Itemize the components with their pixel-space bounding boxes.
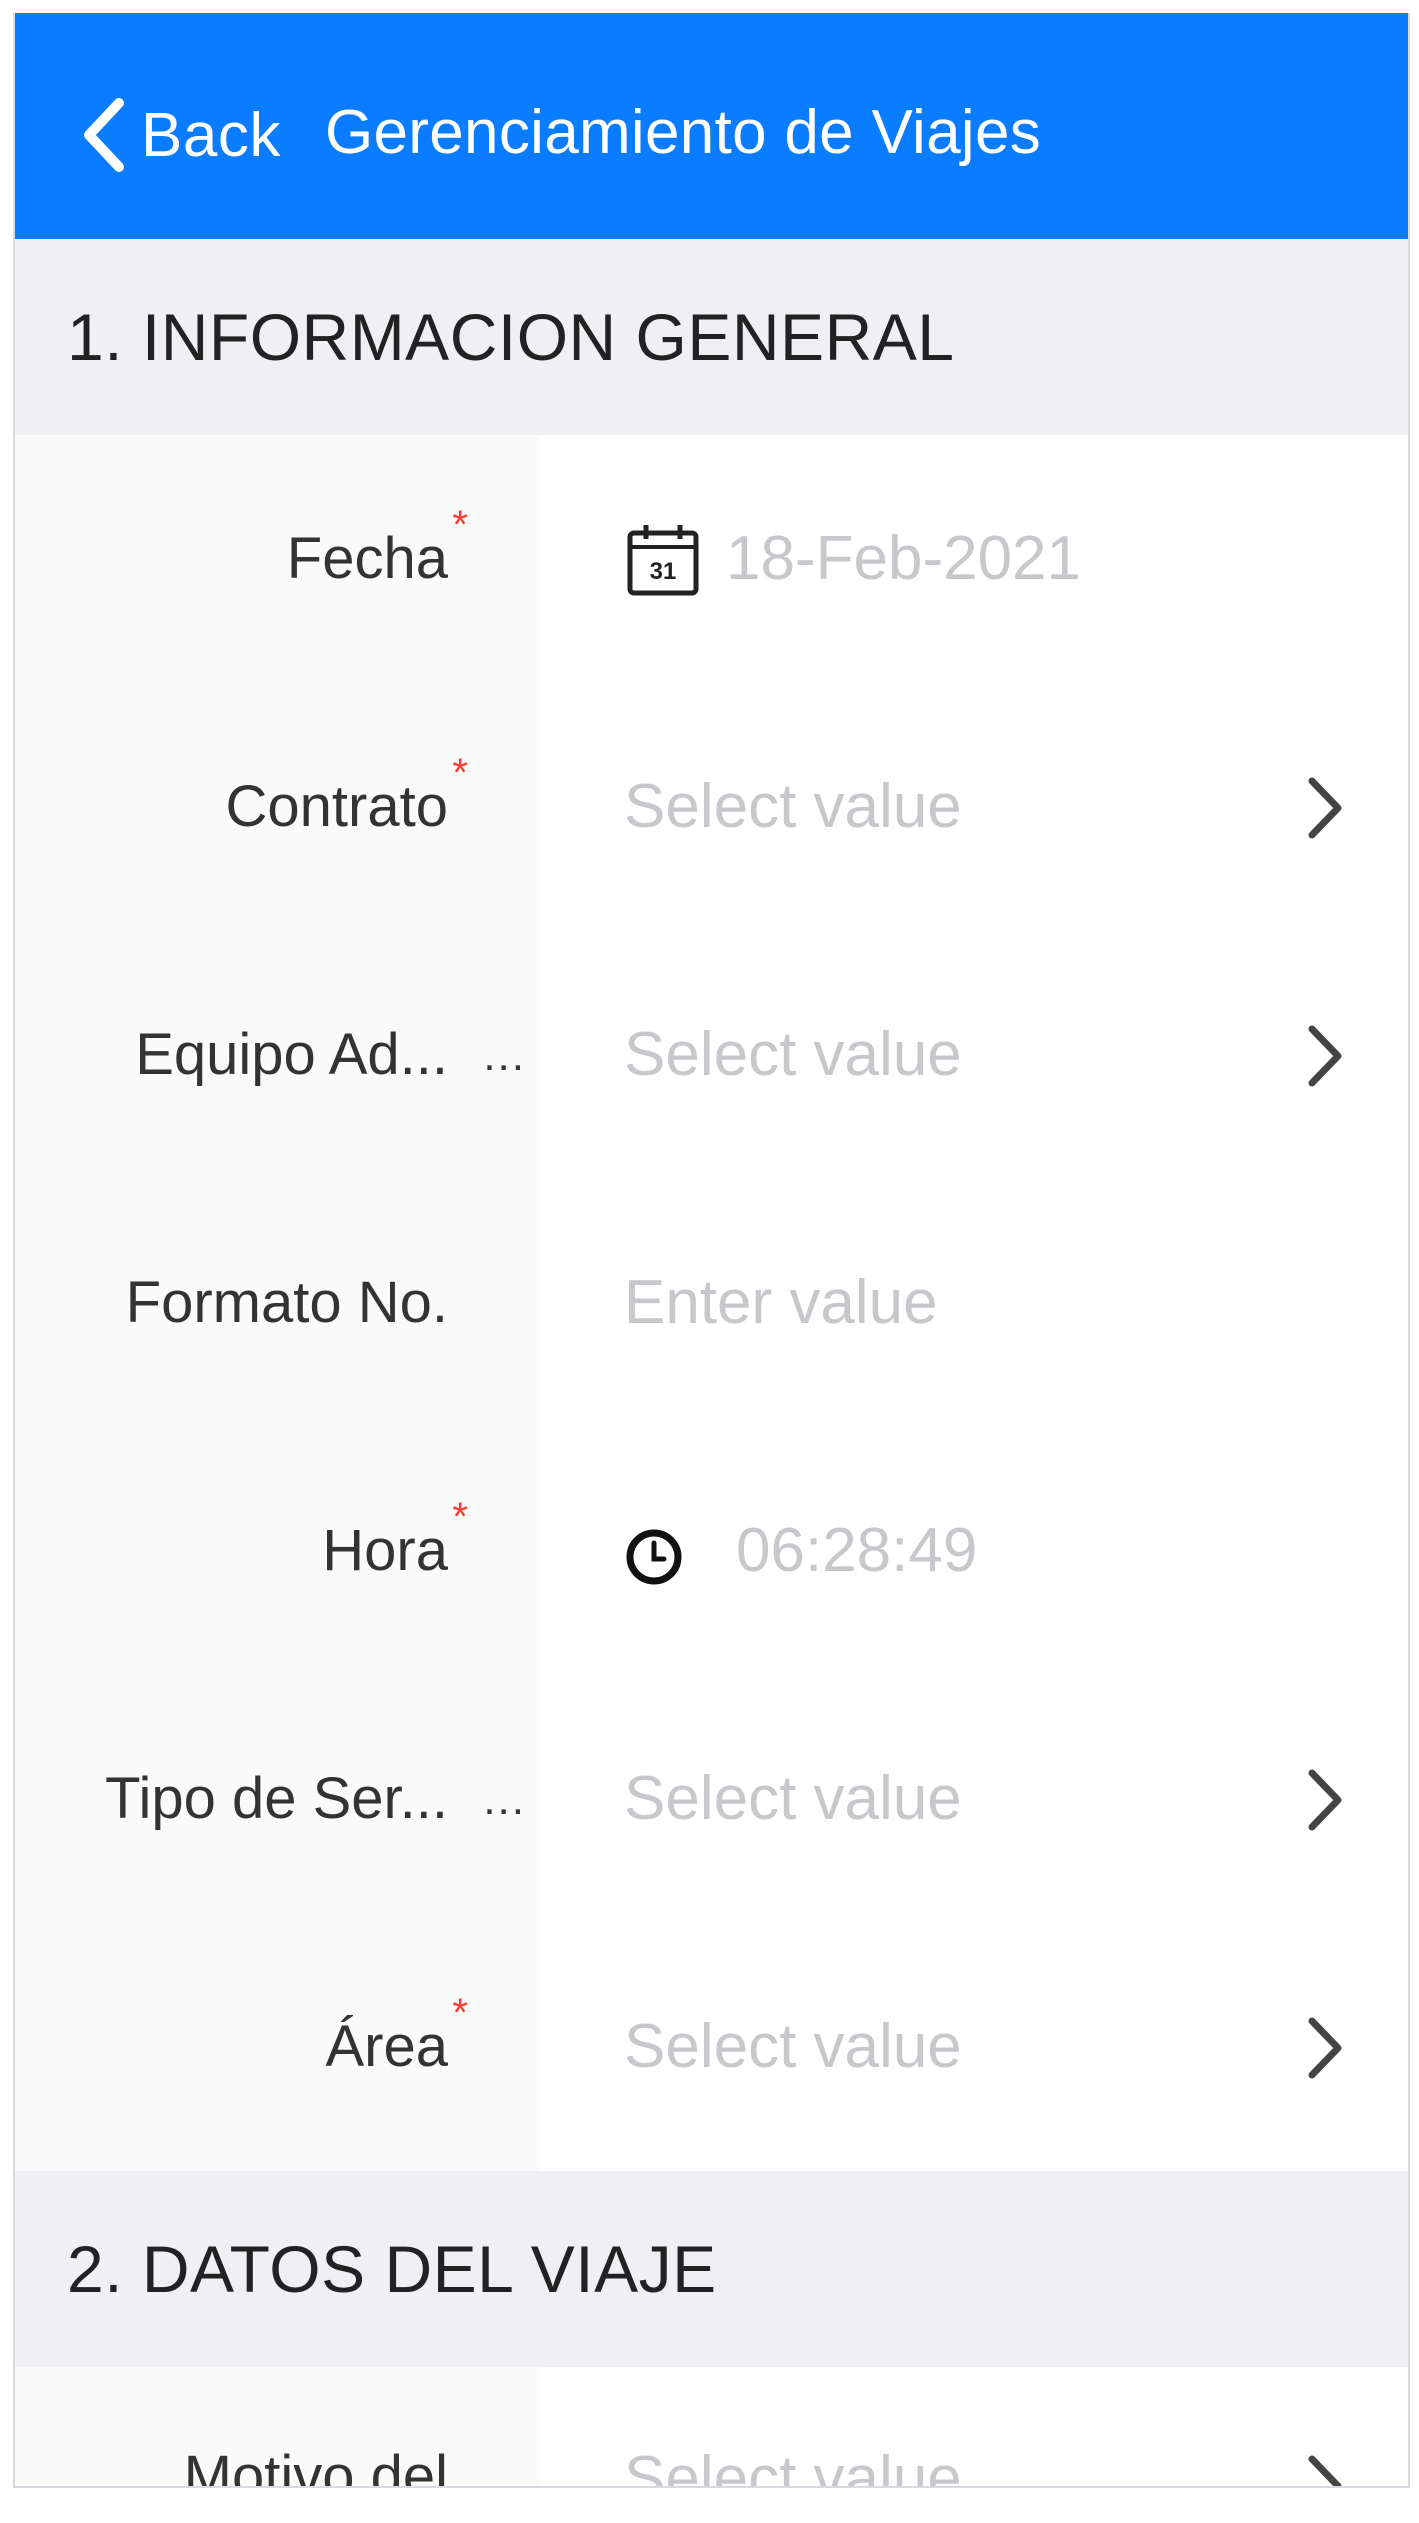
field-area[interactable]: Área * Select value — [15, 1923, 1408, 2171]
select-contrato[interactable]: Select value — [540, 683, 1408, 931]
section-title: 1. INFORMACION GENERAL — [67, 300, 955, 374]
select-placeholder: Select value — [624, 2444, 962, 2488]
field-label-cell: Motivo del — [15, 2367, 540, 2488]
field-label-cell: Hora * — [15, 1427, 540, 1675]
select-area[interactable]: Select value — [540, 1923, 1408, 2171]
date-input[interactable]: 31 18-Feb-2021 — [540, 435, 1408, 683]
section-2-fields: Motivo del Select value — [15, 2367, 1408, 2488]
field-label-cell: Área * — [15, 1923, 540, 2171]
select-placeholder: Select value — [624, 772, 962, 841]
section-header-informacion-general: 1. INFORMACION GENERAL — [15, 239, 1408, 435]
field-label: Formato No. — [125, 1270, 448, 1335]
field-label-cell: Fecha * — [15, 435, 540, 683]
chevron-right-icon — [1308, 777, 1342, 839]
field-label-cell: Contrato * — [15, 683, 540, 931]
field-fecha[interactable]: Fecha * 31 18-Feb-2021 — [15, 435, 1408, 683]
field-label: Área — [325, 2014, 448, 2079]
back-label: Back — [141, 100, 281, 170]
field-label: Equipo Ad... — [135, 1022, 448, 1087]
required-marker: * — [452, 1991, 468, 2035]
chevron-right-icon — [1308, 2017, 1342, 2079]
field-label: Hora — [322, 1518, 448, 1583]
field-motivo[interactable]: Motivo del Select value — [15, 2367, 1408, 2488]
field-contrato[interactable]: Contrato * Select value — [15, 683, 1408, 931]
required-marker: * — [452, 751, 468, 795]
text-input-formato[interactable]: Enter value — [540, 1179, 1408, 1427]
input-placeholder: Enter value — [624, 1268, 938, 1337]
section-1-fields: Fecha * 31 18-Feb-2021 Contrato * Select… — [15, 435, 1408, 2171]
field-formato[interactable]: Formato No. Enter value — [15, 1179, 1408, 1427]
form-screen: Back Gerenciamiento de Viajes 1. INFORMA… — [13, 13, 1410, 2488]
field-label-cell: Tipo de Ser... ... — [15, 1675, 540, 1923]
time-input[interactable]: 06:28:49 — [540, 1427, 1408, 1675]
page-title: Gerenciamiento de Viajes — [325, 98, 1042, 167]
select-tipo-servicio[interactable]: Select value — [540, 1675, 1408, 1923]
back-button[interactable]: Back — [81, 87, 281, 183]
field-tipo-servicio[interactable]: Tipo de Ser... ... Select value — [15, 1675, 1408, 1923]
section-title: 2. DATOS DEL VIAJE — [67, 2232, 717, 2306]
label-more-indicator[interactable]: ... — [483, 1031, 526, 1081]
field-label: Contrato — [225, 774, 448, 839]
field-label-cell: Formato No. — [15, 1179, 540, 1427]
chevron-left-icon — [84, 98, 124, 172]
calendar-icon-day: 31 — [650, 558, 677, 585]
select-equipo[interactable]: Select value — [540, 931, 1408, 1179]
label-more-indicator[interactable]: ... — [483, 1775, 526, 1825]
field-label: Tipo de Ser... — [105, 1766, 448, 1831]
required-marker: * — [452, 1495, 468, 1539]
field-label: Motivo del — [183, 2444, 448, 2488]
select-placeholder: Select value — [624, 1020, 962, 1089]
chevron-right-icon — [1308, 2455, 1342, 2486]
date-value: 18-Feb-2021 — [726, 524, 1082, 593]
time-value: 06:28:49 — [736, 1516, 978, 1585]
calendar-icon: 31 — [627, 525, 699, 596]
nav-header: Back Gerenciamiento de Viajes — [15, 13, 1408, 239]
select-placeholder: Select value — [624, 2012, 962, 2081]
chevron-right-icon — [1308, 1025, 1342, 1087]
field-label: Fecha — [286, 526, 448, 591]
chevron-right-icon — [1308, 1769, 1342, 1831]
select-placeholder: Select value — [624, 1764, 962, 1833]
clock-icon — [626, 1529, 682, 1585]
field-label-cell: Equipo Ad... ... — [15, 931, 540, 1179]
field-equipo[interactable]: Equipo Ad... ... Select value — [15, 931, 1408, 1179]
section-header-datos-del-viaje: 2. DATOS DEL VIAJE — [15, 2171, 1408, 2367]
required-marker: * — [452, 503, 468, 547]
field-hora[interactable]: Hora * 06:28:49 — [15, 1427, 1408, 1675]
select-motivo[interactable]: Select value — [540, 2367, 1408, 2488]
